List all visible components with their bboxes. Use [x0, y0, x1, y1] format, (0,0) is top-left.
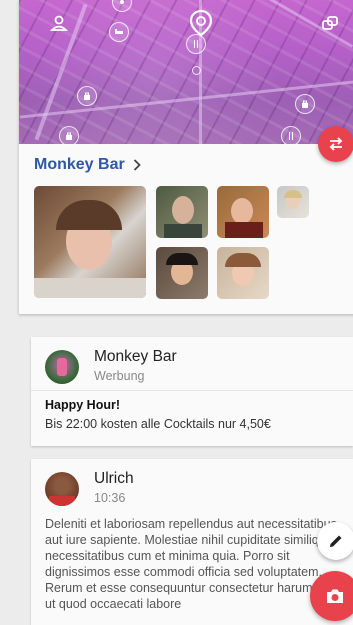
camera-button[interactable]	[310, 571, 353, 621]
post-text: Bis 22:00 kosten alle Cocktails nur 4,50…	[45, 417, 271, 431]
user-icon[interactable]	[48, 12, 70, 34]
venue-photo[interactable]	[217, 186, 269, 238]
feed-post[interactable]: Monkey Bar Werbung Happy Hour! Bis 22:00…	[31, 337, 353, 446]
map-view[interactable]	[19, 0, 353, 146]
venue-photo[interactable]	[156, 186, 208, 238]
venue-photo[interactable]	[217, 247, 269, 299]
restaurant-icon[interactable]	[186, 34, 206, 54]
venue-name: Monkey Bar	[34, 156, 125, 173]
avatar	[45, 472, 79, 506]
chevron-right-icon	[133, 159, 141, 171]
place-icon[interactable]	[112, 0, 132, 12]
swap-icon	[329, 137, 343, 151]
shopping-icon[interactable]	[59, 126, 79, 146]
post-author[interactable]: Ulrich	[94, 470, 134, 488]
avatar	[45, 350, 79, 384]
restaurant-icon[interactable]	[281, 126, 301, 146]
post-author[interactable]: Monkey Bar	[94, 348, 177, 366]
venue-photo[interactable]	[156, 247, 208, 299]
divider	[31, 390, 353, 391]
location-dot	[192, 66, 201, 75]
post-headline: Happy Hour!	[45, 398, 120, 412]
post-body: Deleniti et laboriosam repellendus aut n…	[45, 517, 337, 611]
venue-photo[interactable]	[34, 186, 146, 298]
switch-icon[interactable]	[319, 12, 341, 34]
camera-icon	[327, 589, 343, 603]
hotel-icon[interactable]	[109, 22, 129, 42]
feed-post[interactable]: Ulrich 10:36 Deleniti et laboriosam repe…	[31, 459, 353, 625]
pencil-icon	[330, 535, 342, 547]
map-pin-icon[interactable]	[187, 9, 215, 37]
venue-photo[interactable]	[277, 186, 309, 218]
edit-button[interactable]	[317, 522, 353, 560]
swap-button[interactable]	[318, 126, 353, 162]
venue-card: Monkey Bar	[19, 0, 353, 314]
post-time: 10:36	[94, 491, 126, 505]
post-subtitle: Werbung	[94, 369, 145, 383]
shopping-icon[interactable]	[77, 86, 97, 106]
shopping-icon[interactable]	[295, 94, 315, 114]
venue-title[interactable]: Monkey Bar	[34, 156, 141, 174]
